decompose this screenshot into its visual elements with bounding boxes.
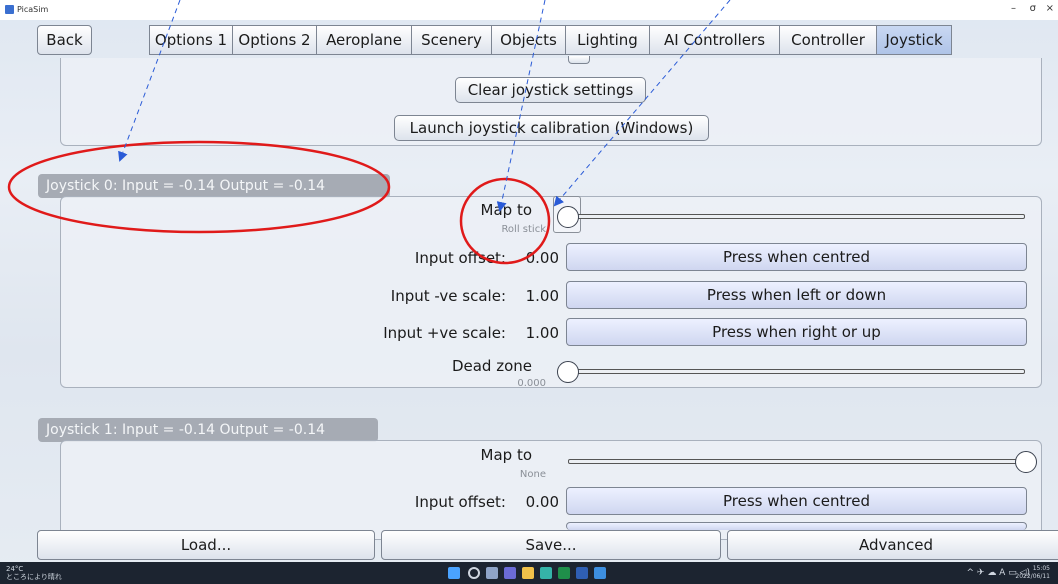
tab-controller[interactable]: Controller: [779, 25, 877, 55]
window-titlebar: PicaSim – σ ×: [0, 0, 1058, 20]
launch-calibration-button[interactable]: Launch joystick calibration (Windows): [394, 115, 709, 141]
press-when-centred-button[interactable]: Press when centred: [566, 487, 1027, 515]
tab-aeroplane[interactable]: Aeroplane: [316, 25, 412, 55]
joystick-1-map-slider-knob[interactable]: [1015, 451, 1037, 473]
word-icon[interactable]: [576, 567, 588, 579]
weather-widget[interactable]: 24°C ところにより晴れ: [6, 565, 62, 581]
tab-joystick[interactable]: Joystick: [876, 25, 952, 55]
clock-time: 15:05: [1032, 565, 1050, 572]
joystick-1-map-slider-track[interactable]: [568, 459, 1025, 464]
joystick-0-header: Joystick 0: Input = -0.14 Output = -0.14: [38, 174, 390, 198]
edge-icon[interactable]: [540, 567, 552, 579]
press-when-right-or-up-button[interactable]: Press when right or up: [566, 318, 1027, 346]
joystick-0-map-slider-knob[interactable]: [557, 206, 579, 228]
close-icon[interactable]: ×: [1046, 3, 1054, 14]
dead-zone-slider-track[interactable]: [568, 369, 1025, 374]
clock-date: 2022/06/11: [1015, 573, 1050, 580]
press-when-centred-button[interactable]: Press when centred: [566, 243, 1027, 271]
window-title: PicaSim: [17, 5, 49, 14]
input-neg-scale-value: 1.00: [525, 287, 559, 305]
tab-lighting[interactable]: Lighting: [565, 25, 650, 55]
input-pos-scale-value: 1.00: [525, 324, 559, 342]
dead-zone-slider-knob[interactable]: [557, 361, 579, 383]
input-neg-scale-label: Input -ve scale:: [390, 287, 506, 305]
chat-icon[interactable]: [504, 567, 516, 579]
map-to-value: Roll stick: [501, 224, 546, 235]
app-icon: [5, 5, 14, 14]
clear-joystick-settings-button[interactable]: Clear joystick settings: [455, 77, 646, 103]
back-button[interactable]: Back: [37, 25, 92, 55]
minimize-icon[interactable]: –: [1011, 3, 1016, 14]
save-button[interactable]: Save...: [381, 530, 721, 560]
joystick-0-map-slider-track[interactable]: [568, 214, 1025, 219]
load-button[interactable]: Load...: [37, 530, 375, 560]
start-icon[interactable]: [448, 567, 460, 579]
tab-ai-controllers[interactable]: AI Controllers: [649, 25, 780, 55]
map-to-label: Map to: [480, 201, 532, 219]
bottom-action-bar: Load... Save... Advanced: [0, 528, 1058, 562]
tab-options-1[interactable]: Options 1: [149, 25, 233, 55]
search-icon[interactable]: [468, 567, 480, 579]
dead-zone-value: 0.000: [517, 378, 546, 389]
input-pos-scale-label: Input +ve scale:: [383, 324, 506, 342]
weather-temp: 24°C: [6, 565, 24, 573]
clock[interactable]: 15:05 2022/06/11: [1015, 565, 1050, 581]
input-offset-label: Input offset:: [414, 493, 506, 511]
tab-options-2[interactable]: Options 2: [232, 25, 317, 55]
joystick-1-header: Joystick 1: Input = -0.14 Output = -0.14: [38, 418, 378, 442]
picasim-taskbar-icon[interactable]: [594, 567, 606, 579]
tab-objects[interactable]: Objects: [491, 25, 566, 55]
input-offset-value: 0.00: [525, 493, 559, 511]
excel-icon[interactable]: [558, 567, 570, 579]
weather-desc: ところにより晴れ: [6, 573, 62, 581]
file-explorer-icon[interactable]: [522, 567, 534, 579]
advanced-button[interactable]: Advanced: [727, 530, 1058, 560]
input-offset-value: 0.00: [525, 249, 559, 267]
task-view-icon[interactable]: [486, 567, 498, 579]
scroll-remnant: [568, 56, 590, 64]
input-offset-label: Input offset:: [414, 249, 506, 267]
dead-zone-label: Dead zone: [451, 357, 532, 375]
map-to-label: Map to: [480, 446, 532, 464]
map-to-value: None: [519, 469, 546, 480]
tab-scenery[interactable]: Scenery: [411, 25, 492, 55]
press-when-left-or-down-button[interactable]: Press when left or down: [566, 281, 1027, 309]
maximize-icon[interactable]: σ: [1030, 3, 1036, 14]
os-taskbar: 24°C ところにより晴れ ^ ✈ ☁ A ▭ ◁) 15:05 2022/06…: [0, 562, 1058, 584]
